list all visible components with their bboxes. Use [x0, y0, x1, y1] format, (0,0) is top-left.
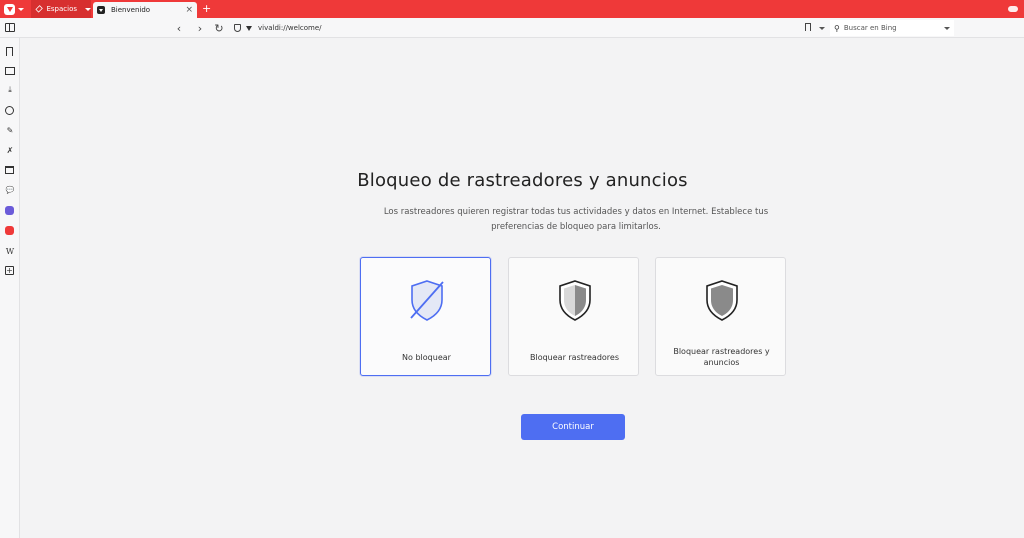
option-label: Bloquear rastreadores y anuncios	[673, 347, 770, 367]
option-no-block[interactable]: No bloquear	[360, 257, 491, 376]
vivaldi-site-icon	[246, 25, 252, 31]
shield-full-icon	[706, 280, 738, 321]
address-bar-row: ‹ › ↻ vivaldi://welcome/ ⚲ Buscar en Bin…	[0, 18, 1024, 38]
notes-icon[interactable]: ✎	[5, 125, 15, 135]
forward-button[interactable]: ›	[193, 20, 207, 36]
translate-icon[interactable]: ✗	[5, 145, 15, 155]
chevron-down-icon[interactable]	[819, 27, 825, 30]
url-field[interactable]: vivaldi://welcome/	[230, 20, 825, 36]
url-text[interactable]: vivaldi://welcome/	[258, 24, 322, 32]
chat-icon[interactable]: 💬	[5, 185, 15, 195]
continue-button[interactable]: Continuar	[521, 414, 625, 440]
window-icon[interactable]	[5, 166, 14, 174]
side-panel: ⤓ ✎ ✗ 💬 W +	[0, 38, 20, 538]
reading-list-icon[interactable]	[5, 67, 15, 75]
search-input[interactable]: ⚲ Buscar en Bing	[830, 20, 954, 36]
tab-bar: Espacios Bienvenido × +	[0, 0, 1024, 18]
tab-title: Bienvenido	[111, 6, 151, 14]
vivaldi-icon[interactable]	[5, 226, 14, 235]
chevron-down-icon	[18, 7, 24, 11]
panel-toggle-icon[interactable]	[5, 23, 15, 32]
wikipedia-icon[interactable]: W	[5, 246, 15, 256]
vivaldi-menu-button[interactable]	[0, 0, 26, 18]
option-label: No bloquear	[402, 353, 451, 362]
add-panel-icon[interactable]: +	[5, 266, 14, 275]
downloads-icon[interactable]: ⤓	[5, 85, 15, 95]
chevron-down-icon	[85, 7, 91, 11]
search-engine-chevron-icon[interactable]	[944, 27, 950, 30]
vivaldi-logo-icon	[4, 3, 15, 15]
mastodon-icon[interactable]	[5, 206, 14, 215]
vivaldi-favicon-icon	[97, 6, 105, 14]
tab-welcome[interactable]: Bienvenido ×	[93, 2, 197, 18]
spaces-button[interactable]: Espacios	[31, 0, 91, 18]
option-block-trackers[interactable]: Bloquear rastreadores	[508, 257, 639, 376]
sync-cloud-icon[interactable]	[1008, 6, 1018, 12]
shield-off-icon	[410, 280, 444, 321]
shield-half-icon	[559, 280, 591, 321]
search-placeholder: Buscar en Bing	[843, 24, 897, 32]
option-label: Bloquear rastreadores	[529, 353, 620, 362]
page-subtitle: Los rastreadores quieren registrar todas…	[383, 207, 769, 232]
reload-button[interactable]: ↻	[212, 20, 226, 36]
welcome-page: Bloqueo de rastreadores y anuncios Los r…	[21, 39, 1024, 538]
search-icon: ⚲	[834, 23, 840, 33]
spaces-label: Espacios	[46, 5, 77, 13]
bookmark-icon[interactable]	[805, 23, 811, 33]
option-block-trackers-ads[interactable]: Bloquear rastreadores y anuncios	[655, 257, 786, 376]
spaces-icon	[35, 5, 44, 13]
bookmarks-icon[interactable]	[6, 47, 13, 56]
page-title: Bloqueo de rastreadores y anuncios	[357, 170, 688, 191]
new-tab-button[interactable]: +	[202, 2, 211, 16]
shield-icon[interactable]	[234, 24, 241, 32]
close-icon[interactable]: ×	[185, 5, 193, 15]
history-icon[interactable]	[5, 106, 14, 115]
back-button[interactable]: ‹	[172, 20, 186, 36]
